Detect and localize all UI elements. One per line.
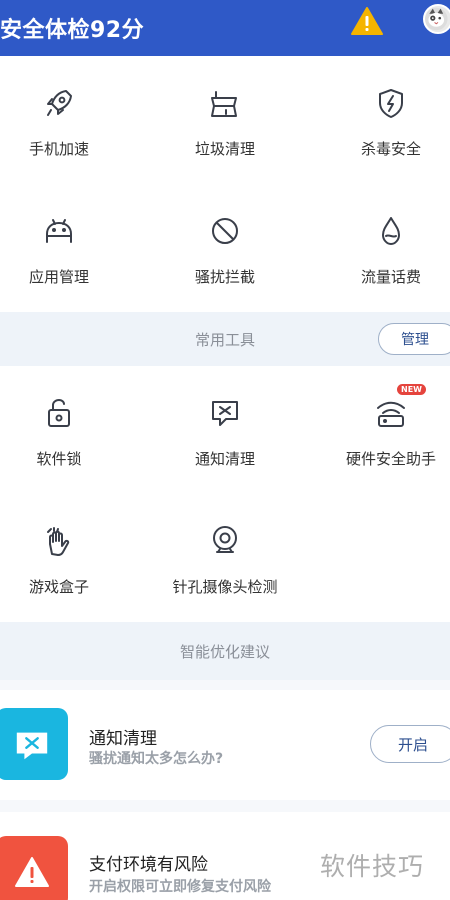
suggestions-header: 智能优化建议	[0, 622, 450, 680]
webcam-icon	[208, 524, 242, 558]
common-tools-header: 常用工具 管理	[0, 312, 450, 366]
common-tools-grid: 软件锁 通知清理 NEW 硬件安全助手 游戏盒子 针孔摄像头检测	[0, 366, 450, 622]
rocket-icon	[42, 86, 76, 120]
card-subtitle: 开启权限可立即修复支付风险	[89, 879, 271, 895]
tool-data-bill[interactable]: 流量话费	[316, 184, 450, 312]
block-icon	[208, 214, 242, 248]
tool-junk-clean[interactable]: 垃圾清理	[150, 56, 300, 184]
security-score-title[interactable]: 安全体检92分	[0, 12, 144, 44]
tools-row: 应用管理 骚扰拦截 流量话费	[0, 184, 450, 312]
suggestion-card-notify[interactable]: 通知清理 骚扰通知太多怎么办? 开启	[0, 690, 450, 800]
watermark-text: 软件技巧	[320, 852, 425, 881]
notification-icon	[0, 708, 68, 780]
warning-icon[interactable]	[350, 6, 384, 36]
new-badge: NEW	[397, 384, 426, 395]
card-title: 通知清理	[89, 729, 157, 749]
shield-bolt-icon	[374, 86, 408, 120]
main-tools-grid: 手机加速 垃圾清理 杀毒安全 应用管理 骚扰拦截 流量话费	[0, 56, 450, 312]
card-subtitle: 骚扰通知太多怎么办?	[89, 751, 224, 767]
tool-label: 硬件安全助手	[345, 450, 436, 468]
hand-icon	[42, 524, 76, 558]
tool-label: 手机加速	[28, 140, 89, 158]
section-title: 智能优化建议	[179, 642, 270, 661]
tools-row: 手机加速 垃圾清理 杀毒安全	[0, 56, 450, 184]
section-title: 常用工具	[194, 330, 255, 349]
tools-row: 游戏盒子 针孔摄像头检测	[0, 494, 450, 622]
top-header: 安全体检92分	[0, 0, 450, 56]
lock-icon	[42, 396, 76, 430]
tool-hardware-assistant[interactable]: NEW 硬件安全助手	[316, 366, 450, 494]
manage-button[interactable]: 管理	[378, 323, 450, 355]
water-drop-icon	[374, 214, 408, 248]
tool-label: 流量话费	[360, 268, 421, 286]
tool-label: 软件锁	[36, 450, 82, 468]
tool-label: 游戏盒子	[28, 578, 89, 596]
tool-label: 垃圾清理	[194, 140, 255, 158]
enable-button[interactable]: 开启	[370, 725, 450, 763]
tool-app-manage[interactable]: 应用管理	[0, 184, 134, 312]
tool-pinhole-camera[interactable]: 针孔摄像头检测	[150, 494, 300, 622]
alert-triangle-icon	[0, 836, 68, 900]
tool-notify-clean[interactable]: 通知清理	[150, 366, 300, 494]
wifi-router-icon: NEW	[374, 384, 426, 430]
tool-label: 应用管理	[28, 268, 89, 286]
tool-label: 针孔摄像头检测	[172, 578, 278, 596]
avatar[interactable]	[423, 4, 450, 34]
tool-antivirus[interactable]: 杀毒安全	[316, 56, 450, 184]
tool-phone-speedup[interactable]: 手机加速	[0, 56, 134, 184]
card-title: 支付环境有风险	[89, 855, 208, 875]
message-icon	[208, 396, 242, 430]
tools-row: 软件锁 通知清理 NEW 硬件安全助手	[0, 366, 450, 494]
tool-game-box[interactable]: 游戏盒子	[0, 494, 134, 622]
tool-label: 杀毒安全	[360, 140, 421, 158]
tool-harass-block[interactable]: 骚扰拦截	[150, 184, 300, 312]
tool-app-lock[interactable]: 软件锁	[0, 366, 134, 494]
broom-icon	[208, 86, 242, 120]
tool-label: 骚扰拦截	[194, 268, 255, 286]
android-icon	[42, 214, 76, 248]
tool-label: 通知清理	[194, 450, 255, 468]
